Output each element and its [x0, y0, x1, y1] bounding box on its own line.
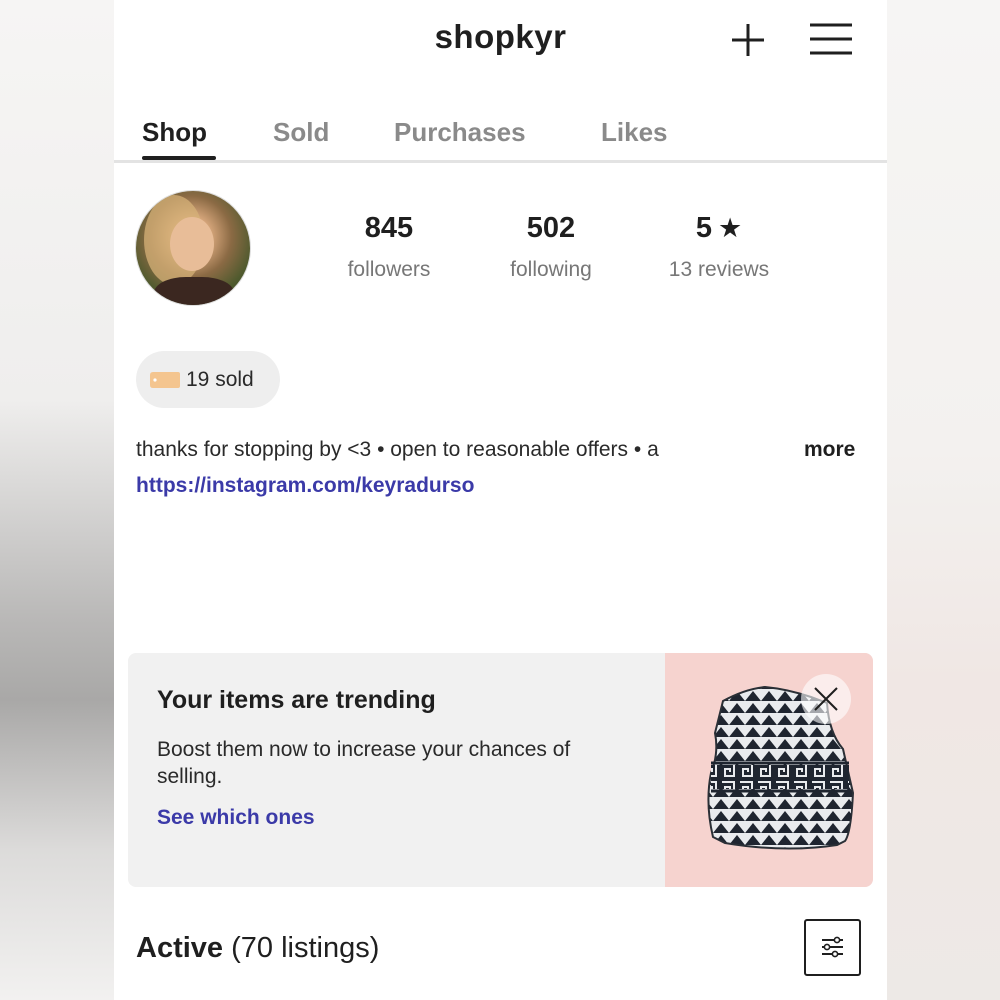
sold-count-badge[interactable]: 19 sold — [136, 351, 280, 408]
tab-shop[interactable]: Shop — [142, 117, 207, 148]
tab-sold[interactable]: Sold — [273, 117, 329, 148]
bio-text: thanks for stopping by <3 • open to reas… — [136, 438, 659, 461]
reviews-stat[interactable]: 5 ★ 13 reviews — [649, 212, 789, 282]
avatar[interactable] — [136, 191, 250, 305]
active-tab-indicator — [142, 156, 216, 160]
rating-number: 5 — [695, 212, 712, 244]
menu-button[interactable] — [808, 20, 854, 60]
profile-tabs: Shop Sold Purchases Likes — [114, 112, 887, 163]
sold-count-label: 19 sold — [186, 368, 254, 391]
instagram-link[interactable]: https://instagram.com/keyradurso — [136, 474, 474, 498]
trending-title: Your items are trending — [157, 686, 436, 714]
close-icon — [814, 687, 838, 711]
reviews-label: 13 reviews — [668, 258, 770, 281]
shop-username-title: shopkyr — [434, 18, 567, 55]
filter-sliders-icon — [822, 936, 843, 958]
tab-purchases[interactable]: Purchases — [394, 117, 526, 148]
following-stat[interactable]: 502 following — [486, 212, 616, 282]
filter-listings-button[interactable] — [804, 919, 861, 976]
trending-items-card: Your items are trending Boost them now t… — [128, 653, 873, 887]
hamburger-menu-icon — [810, 23, 852, 55]
following-count: 502 — [526, 212, 576, 244]
trending-subtitle: Boost them now to increase your chances … — [157, 738, 571, 788]
close-trending-card-button[interactable] — [801, 674, 851, 724]
rating-value: 5 ★ — [649, 212, 789, 248]
active-listings-heading: Active (70 listings) — [136, 932, 379, 965]
star-icon: ★ — [717, 213, 743, 243]
followers-count: 845 — [364, 212, 414, 244]
active-title: Active — [136, 932, 224, 964]
price-tag-icon — [150, 372, 180, 388]
add-listing-button[interactable] — [728, 20, 768, 60]
background-right — [887, 0, 1000, 1000]
see-trending-items-link[interactable]: See which ones — [157, 806, 315, 830]
following-label: following — [510, 258, 592, 281]
plus-icon — [732, 24, 764, 56]
followers-label: followers — [347, 258, 431, 281]
listings-count: (70 listings) — [231, 932, 380, 964]
followers-stat[interactable]: 845 followers — [324, 212, 454, 282]
app-screen: shopkyr Shop Sold Purchases Likes 845 fo… — [114, 0, 887, 1000]
tab-likes[interactable]: Likes — [601, 117, 668, 148]
bio-more-button[interactable]: more — [804, 438, 855, 462]
background-left — [0, 0, 114, 1000]
bio-fade — [734, 436, 804, 466]
